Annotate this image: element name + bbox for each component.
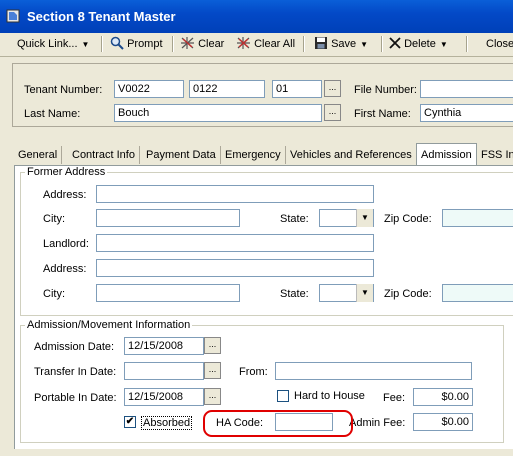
toolbar: Quick Link... ▼ Prompt Clear Clear All S… [0, 33, 513, 57]
admission-date-label: Admission Date: [34, 341, 115, 353]
landlord-zip-code-field[interactable] [442, 284, 513, 302]
window-title: Section 8 Tenant Master [27, 9, 176, 24]
former-address-legend: Former Address [27, 166, 106, 178]
tab-general[interactable]: General [14, 146, 63, 164]
hard-to-house-label: Hard to House [294, 390, 365, 402]
toolbar-separator [381, 36, 383, 52]
tab-payment-data[interactable]: Payment Data [142, 146, 221, 164]
first-name-label: First Name: [354, 108, 411, 120]
zip-code-field[interactable] [442, 209, 513, 227]
clear-all-icon [237, 37, 250, 49]
state-label: State: [280, 213, 309, 225]
fee-field[interactable]: $0.00 [413, 388, 473, 406]
hard-to-house-checkbox[interactable] [277, 390, 289, 402]
clear-all-label: Clear All [254, 38, 296, 50]
ha-code-highlight-circle [203, 410, 353, 437]
landlord-address-label: Address: [43, 263, 87, 275]
tab-fss[interactable]: FSS In [477, 146, 513, 164]
portable-in-date-field[interactable]: 12/15/2008 [124, 388, 204, 406]
file-number-field[interactable] [420, 80, 513, 98]
window-bottom-edge [0, 449, 513, 456]
admin-fee-label: Admin Fee: [349, 417, 406, 429]
landlord-zip-code-label: Zip Code: [384, 288, 432, 300]
tab-vehicles-references[interactable]: Vehicles and References [286, 146, 417, 164]
admission-date-field[interactable]: 12/15/2008 [124, 337, 204, 355]
chevron-down-icon: ▼ [360, 40, 369, 49]
tab-emergency[interactable]: Emergency [221, 146, 286, 164]
landlord-label: Landlord: [43, 238, 89, 250]
landlord-city-label: City: [43, 288, 65, 300]
portable-in-date-picker-button[interactable]: ... [204, 388, 221, 405]
magnifier-icon [110, 36, 124, 50]
admin-fee-field[interactable]: $0.00 [413, 413, 473, 431]
absorbed-checkbox[interactable]: ✔ [124, 416, 136, 428]
admission-date-picker-button[interactable]: ... [204, 337, 221, 354]
quick-link-button[interactable]: Quick Link... ▼ [17, 36, 89, 52]
transfer-in-date-picker-button[interactable]: ... [204, 362, 221, 379]
chevron-down-icon: ▼ [439, 40, 448, 49]
transfer-in-date-label: Transfer In Date: [34, 366, 117, 378]
landlord-city-field[interactable] [96, 284, 240, 302]
delete-button[interactable]: Delete ▼ [389, 36, 448, 52]
tenant-number-field-2[interactable]: 0122 [189, 80, 265, 98]
toolbar-separator [101, 36, 103, 52]
address-label: Address: [43, 189, 87, 201]
zip-code-label: Zip Code: [384, 213, 432, 225]
last-name-lookup-button[interactable]: ... [324, 104, 341, 121]
first-name-field[interactable]: Cynthia [420, 104, 513, 122]
prompt-label: Prompt [127, 38, 163, 50]
chevron-down-icon: ▼ [81, 40, 90, 49]
delete-label: Delete [404, 38, 436, 50]
save-button[interactable]: Save ▼ [314, 36, 368, 52]
landlord-state-dropdown-arrow-icon[interactable]: ▼ [356, 284, 373, 302]
last-name-field[interactable]: Bouch [114, 104, 322, 122]
landlord-state-label: State: [280, 288, 309, 300]
toolbar-separator [303, 36, 305, 52]
close-button[interactable]: Close [486, 36, 513, 52]
address-field[interactable] [96, 185, 374, 203]
portable-in-date-label: Portable In Date: [34, 392, 117, 404]
last-name-label: Last Name: [24, 108, 81, 120]
close-label: Close [486, 38, 513, 50]
delete-x-icon [389, 37, 401, 49]
save-label: Save [331, 38, 357, 50]
tenant-number-label: Tenant Number: [24, 84, 103, 96]
admission-movement-legend: Admission/Movement Information [27, 319, 191, 331]
file-number-label: File Number: [354, 84, 417, 96]
city-field[interactable] [96, 209, 240, 227]
landlord-field[interactable] [96, 234, 374, 252]
from-field[interactable] [275, 362, 472, 380]
tab-contract-info[interactable]: Contract Info [68, 146, 140, 164]
clear-all-button[interactable]: Clear All [236, 36, 295, 52]
tab-admission[interactable]: Admission [416, 143, 477, 166]
tab-strip: General Contract Info Payment Data Emerg… [14, 143, 513, 166]
prompt-button[interactable]: Prompt [110, 36, 163, 52]
tenant-number-field-3[interactable]: 01 [272, 80, 322, 98]
toolbar-separator [466, 36, 468, 52]
clear-button[interactable]: Clear [180, 36, 224, 52]
toolbar-separator [172, 36, 174, 52]
fee-label: Fee: [383, 392, 406, 404]
state-dropdown-arrow-icon[interactable]: ▼ [356, 209, 373, 227]
transfer-in-date-field[interactable] [124, 362, 204, 380]
from-label: From: [239, 366, 268, 378]
tenant-lookup-button[interactable]: ... [324, 80, 341, 97]
absorbed-label: Absorbed [141, 416, 193, 430]
app-icon [6, 9, 20, 23]
landlord-address-field[interactable] [96, 259, 374, 277]
clear-label: Clear [198, 38, 225, 50]
tenant-number-field-1[interactable]: V0022 [114, 80, 184, 98]
title-bar: Section 8 Tenant Master [0, 0, 513, 33]
save-icon [315, 37, 327, 49]
tenant-master-window: Section 8 Tenant Master Quick Link... ▼ P… [0, 0, 513, 456]
city-label: City: [43, 213, 65, 225]
quick-link-label: Quick Link... [17, 38, 78, 50]
clear-icon [181, 37, 194, 49]
